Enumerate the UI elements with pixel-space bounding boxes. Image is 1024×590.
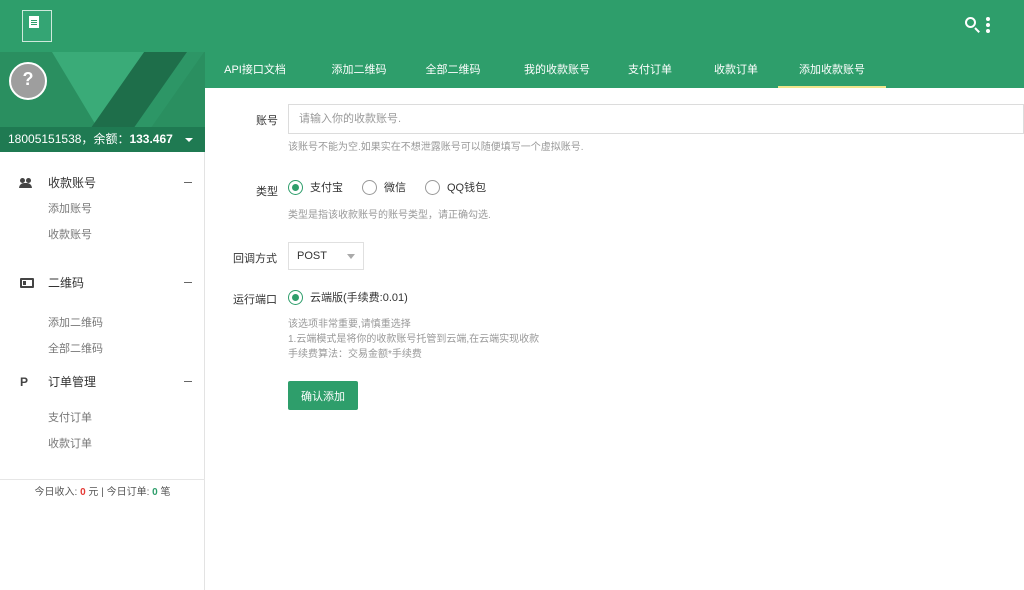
income-value: 0 [80, 487, 86, 498]
tab-pay-orders[interactable]: 支付订单 [615, 52, 685, 88]
sidebar-item-add-qrcode[interactable]: 添加二维码 [0, 310, 205, 336]
confirm-add-button[interactable]: 确认添加 [288, 381, 358, 410]
nav-head-orders[interactable]: P 订单管理 [0, 369, 205, 395]
tab-add-qrcode[interactable]: 添加二维码 [315, 52, 403, 88]
more-vert-icon[interactable] [986, 16, 992, 34]
nav-head-label: 订单管理 [48, 375, 97, 389]
radio-checked-icon [288, 180, 303, 195]
account-number: 18005151538 [8, 132, 82, 146]
port-label: 运行端口 [233, 294, 277, 306]
orders-label: 今日订单: [106, 487, 150, 498]
app-logo[interactable] [22, 10, 52, 42]
radio-alipay[interactable]: 支付宝 [288, 180, 343, 196]
card-icon [20, 278, 34, 288]
radio-checked-icon [288, 290, 303, 305]
collapse-icon[interactable] [184, 182, 192, 183]
orders-value: 0 [152, 487, 158, 498]
top-bar [0, 0, 1024, 52]
nav-head-label: 二维码 [48, 276, 85, 290]
nav-head-qrcode[interactable]: 二维码 [0, 270, 205, 296]
question-icon: ? [22, 69, 34, 89]
nav-group-accounts: 收款账号 添加账号 收款账号 [0, 170, 205, 248]
balance-label: 余额： [93, 132, 130, 146]
paypal-icon: P [20, 375, 29, 389]
tab-add-account[interactable]: 添加收款账号 [778, 52, 886, 88]
type-help: 类型是指该收款账号的账号类型，请正确勾选. [288, 210, 491, 221]
account-input[interactable] [288, 104, 1024, 134]
type-label: 类型 [256, 186, 278, 198]
collapse-icon[interactable] [184, 282, 192, 283]
sidebar-item-accounts[interactable]: 收款账号 [0, 222, 205, 248]
account-help: 该账号不能为空.如果实在不想泄露账号可以随便填写一个虚拟账号. [288, 142, 584, 153]
port-help-2: 1.云端模式是将你的收款账号托管到云端,在云端实现收款 [288, 334, 540, 345]
tab-receive-orders[interactable]: 收款订单 [701, 52, 771, 88]
account-balance-bar[interactable]: 18005151538，余额：133.467 [0, 127, 205, 152]
callback-label: 回调方式 [233, 253, 277, 265]
people-icon [19, 178, 34, 188]
separator: | [101, 487, 104, 498]
tab-all-qrcode[interactable]: 全部二维码 [409, 52, 497, 88]
radio-unchecked-icon [425, 180, 440, 195]
tab-my-accounts[interactable]: 我的收款账号 [509, 52, 605, 88]
search-icon[interactable] [964, 16, 982, 34]
income-unit: 元 [88, 487, 99, 498]
collapse-icon[interactable] [184, 381, 192, 382]
sidebar-item-receive-orders[interactable]: 收款订单 [0, 431, 205, 457]
orders-unit: 笔 [160, 487, 171, 498]
today-stats: 今日收入: 0 元 | 今日订单: 0 笔 [0, 479, 205, 505]
radio-qq-wallet[interactable]: QQ钱包 [425, 180, 486, 196]
tab-bar: API接口文档 添加二维码 全部二维码 我的收款账号 支付订单 收款订单 添加收… [205, 52, 1024, 88]
radio-cloud-port[interactable]: 云端版(手续费:0.01) [288, 290, 408, 306]
nav-head-accounts[interactable]: 收款账号 [0, 170, 205, 196]
nav-group-orders: P 订单管理 支付订单 收款订单 [0, 369, 205, 457]
caret-down-icon[interactable] [185, 138, 193, 142]
account-label: 账号 [256, 115, 278, 127]
profile-header: ? 18005151538，余额：133.467 [0, 52, 205, 152]
port-help-1: 该选项非常重要,请慎重选择 [288, 319, 411, 330]
dropdown-arrow-icon [347, 254, 355, 259]
sidebar-item-all-qrcode[interactable]: 全部二维码 [0, 336, 205, 362]
balance-value: 133.467 [129, 132, 173, 146]
callback-select[interactable]: POST [288, 242, 364, 270]
nav-head-label: 收款账号 [48, 176, 97, 190]
tab-api-docs[interactable]: API接口文档 [213, 52, 297, 88]
port-help-3: 手续费算法：交易金额*手续费 [288, 349, 422, 360]
radio-unchecked-icon [362, 180, 377, 195]
nav-group-qrcode: 二维码 添加二维码 全部二维码 [0, 270, 205, 362]
sidebar-item-add-account[interactable]: 添加账号 [0, 196, 205, 222]
income-label: 今日收入: [34, 487, 78, 498]
sidebar-item-pay-orders[interactable]: 支付订单 [0, 405, 205, 431]
callback-value: POST [297, 250, 327, 262]
document-icon [29, 16, 39, 28]
sidebar: ? 18005151538，余额：133.467 收款账号 添加账号 收款账号 … [0, 52, 205, 590]
avatar[interactable]: ? [9, 62, 47, 100]
radio-wechat[interactable]: 微信 [362, 180, 406, 196]
